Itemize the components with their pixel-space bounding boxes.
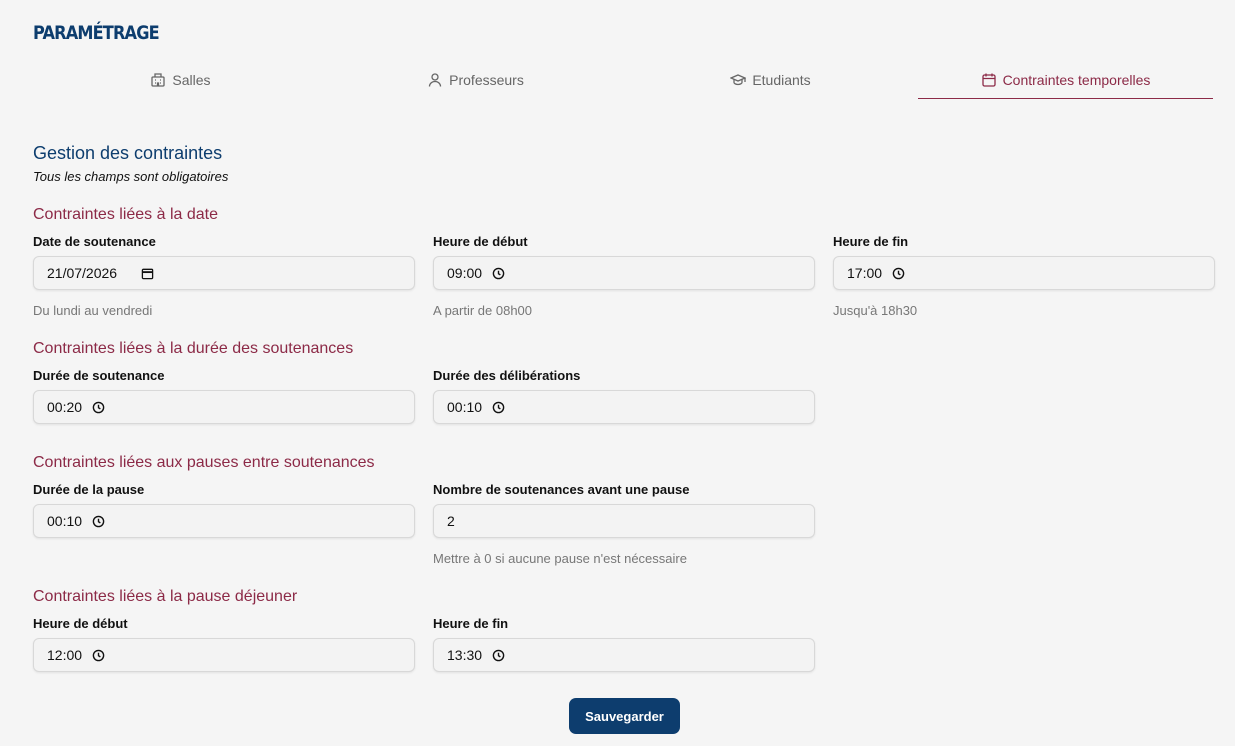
defenses-before-pause-input[interactable]: 2: [433, 504, 815, 538]
page-title: PARAMÉTRAGE: [33, 22, 160, 44]
lunch-start-value: 12:00: [47, 647, 83, 663]
tab-salles[interactable]: Salles: [33, 62, 328, 98]
start-time-label: Heure de début: [433, 234, 528, 249]
building-icon: [151, 73, 166, 87]
lunch-start-input[interactable]: 12:00: [33, 638, 415, 672]
defenses-before-pause-help: Mettre à 0 si aucune pause n'est nécessa…: [433, 551, 687, 566]
defenses-before-pause-value: 2: [447, 513, 455, 529]
deliberation-duration-value: 00:10: [447, 399, 483, 415]
lunch-start-label: Heure de début: [33, 616, 128, 631]
pause-duration-input[interactable]: 00:10: [33, 504, 415, 538]
date-constraints-title: Contraintes liées à la date: [33, 206, 218, 223]
pause-duration-label: Durée de la pause: [33, 482, 145, 497]
end-time-label: Heure de fin: [833, 234, 909, 249]
tab-label: Professeurs: [449, 72, 524, 88]
tab-contraintes-temporelles[interactable]: Contraintes temporelles: [918, 62, 1213, 99]
start-time-help: A partir de 08h00: [433, 303, 533, 318]
clock-icon[interactable]: [92, 401, 105, 414]
tab-bar: Salles Professeurs Etudiants Contraintes…: [33, 62, 1213, 99]
calendar-picker-icon[interactable]: [141, 267, 154, 280]
clock-icon[interactable]: [492, 267, 505, 280]
end-time-value: 17:00: [847, 265, 883, 281]
clock-icon[interactable]: [892, 267, 905, 280]
clock-icon[interactable]: [92, 649, 105, 662]
tab-label: Contraintes temporelles: [1002, 72, 1151, 88]
clock-icon[interactable]: [492, 401, 505, 414]
defense-date-help: Du lundi au vendredi: [33, 303, 153, 318]
tab-label: Etudiants: [752, 72, 811, 88]
calendar-icon: [981, 73, 996, 87]
defense-duration-input[interactable]: 00:20: [33, 390, 415, 424]
user-icon: [428, 73, 442, 87]
lunch-end-label: Heure de fin: [433, 616, 509, 631]
required-note: Tous les champs sont obligatoires: [33, 169, 229, 184]
lunch-end-value: 13:30: [447, 647, 483, 663]
defenses-before-pause-label: Nombre de soutenances avant une pause: [433, 482, 690, 497]
defense-date-label: Date de soutenance: [33, 234, 156, 249]
start-time-value: 09:00: [447, 265, 483, 281]
lunch-end-input[interactable]: 13:30: [433, 638, 815, 672]
tab-etudiants[interactable]: Etudiants: [623, 62, 918, 98]
clock-icon[interactable]: [92, 515, 105, 528]
tab-professeurs[interactable]: Professeurs: [328, 62, 623, 98]
section-heading: Gestion des contraintes: [33, 143, 223, 163]
save-button[interactable]: Sauvegarder: [569, 698, 680, 734]
defense-date-value: 21/07/2026: [47, 265, 118, 281]
graduation-cap-icon: [730, 74, 747, 86]
break-constraints-title: Contraintes liées aux pauses entre soute…: [33, 454, 375, 471]
end-time-help: Jusqu'à 18h30: [833, 303, 918, 318]
deliberation-duration-label: Durée des délibérations: [433, 368, 581, 383]
clock-icon[interactable]: [492, 649, 505, 662]
defense-duration-value: 00:20: [47, 399, 83, 415]
deliberation-duration-input[interactable]: 00:10: [433, 390, 815, 424]
duration-constraints-title: Contraintes liées à la durée des soutena…: [33, 340, 354, 357]
lunch-constraints-title: Contraintes liées à la pause déjeuner: [33, 588, 298, 605]
tab-label: Salles: [172, 72, 211, 88]
defense-date-input[interactable]: 21/07/2026: [33, 256, 415, 290]
end-time-input[interactable]: 17:00: [833, 256, 1215, 290]
start-time-input[interactable]: 09:00: [433, 256, 815, 290]
pause-duration-value: 00:10: [47, 513, 83, 529]
defense-duration-label: Durée de soutenance: [33, 368, 165, 383]
